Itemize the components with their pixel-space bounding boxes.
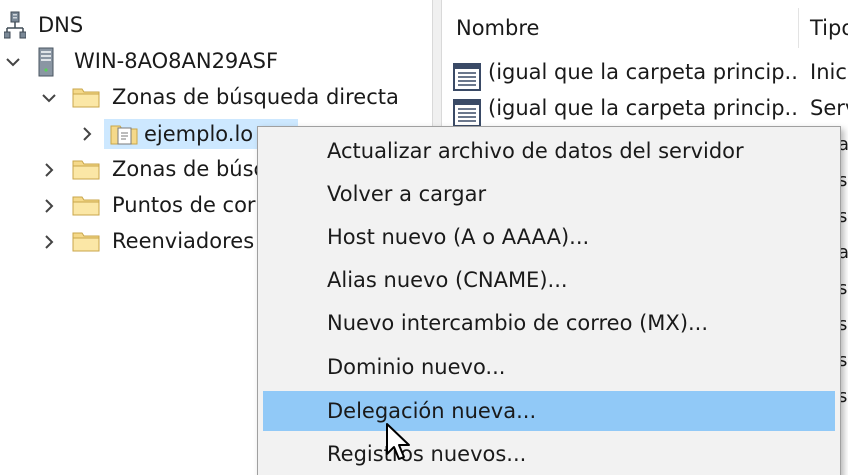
tree-label-trust-points: Puntos de cor xyxy=(112,193,256,217)
menu-item-reload[interactable]: Volver a cargar xyxy=(263,174,835,214)
menu-item-new-domain[interactable]: Dominio nuevo... xyxy=(263,347,835,387)
column-header-nombre[interactable]: Nombre xyxy=(456,0,796,56)
record-type: Inic xyxy=(810,60,847,84)
menu-item-new-delegation[interactable]: Delegación nueva... xyxy=(263,391,835,431)
column-header-tipo[interactable]: Tipo xyxy=(810,0,848,56)
menu-item-new-host[interactable]: Host nuevo (A o AAAA)... xyxy=(263,217,835,257)
context-menu: Actualizar archivo de datos del servidor… xyxy=(257,126,841,475)
tree-node-trust-points[interactable]: Puntos de cor xyxy=(0,188,260,224)
folder-icon xyxy=(72,88,100,108)
record-name: (igual que la carpeta princip... xyxy=(488,96,796,120)
tree-label-reverse-zones: Zonas de búsc xyxy=(112,157,266,181)
dns-record-icon xyxy=(453,99,481,127)
tree-node-dns-root[interactable]: DNS xyxy=(0,8,200,44)
tree-node-zone-ejemplo[interactable]: ejemplo.lo xyxy=(0,116,300,152)
server-tower-icon xyxy=(38,47,54,77)
column-header-nombre-label: Nombre xyxy=(456,16,540,40)
zone-document-folder-icon xyxy=(110,125,138,145)
chevron-down-icon[interactable] xyxy=(38,87,60,109)
chevron-right-icon[interactable] xyxy=(38,195,60,217)
folder-icon xyxy=(72,232,100,252)
tree-node-reverse-zones[interactable]: Zonas de búsc xyxy=(0,152,265,188)
tree-node-server[interactable]: WIN-8AO8AN29ASF xyxy=(0,44,330,80)
tree-label-forwarders: Reenviadores xyxy=(112,229,255,253)
dns-record-icon xyxy=(453,63,481,91)
menu-item-new-records[interactable]: Registros nuevos... xyxy=(263,434,835,474)
record-name: (igual que la carpeta princip... xyxy=(488,60,796,84)
tree-node-forwarders[interactable]: Reenviadores xyxy=(0,224,260,260)
folder-icon xyxy=(72,196,100,216)
chevron-right-icon[interactable] xyxy=(38,159,60,181)
tree-node-forward-zones[interactable]: Zonas de búsqueda directa xyxy=(0,80,420,116)
menu-item-new-alias[interactable]: Alias nuevo (CNAME)... xyxy=(263,260,835,300)
tree-label-dns: DNS xyxy=(38,13,84,37)
chevron-right-icon[interactable] xyxy=(76,123,98,145)
menu-item-new-mail-exchanger[interactable]: Nuevo intercambio de correo (MX)... xyxy=(263,303,835,343)
chevron-down-icon[interactable] xyxy=(2,51,24,73)
menu-item-update-server-data-file[interactable]: Actualizar archivo de datos del servidor xyxy=(263,131,835,171)
list-item[interactable]: (igual que la carpeta princip... Serv xyxy=(442,94,848,130)
dns-server-network-icon xyxy=(4,11,26,39)
folder-icon xyxy=(72,160,100,180)
mouse-pointer-icon xyxy=(386,423,410,460)
chevron-right-icon[interactable] xyxy=(38,231,60,253)
column-divider[interactable] xyxy=(798,8,799,48)
tree-label-forward-zones: Zonas de búsqueda directa xyxy=(112,85,399,109)
column-header-tipo-label: Tipo xyxy=(810,16,848,40)
tree-label-server: WIN-8AO8AN29ASF xyxy=(74,49,279,73)
list-item[interactable]: (igual que la carpeta princip... Inic xyxy=(442,58,848,94)
record-type: Serv xyxy=(810,96,848,120)
